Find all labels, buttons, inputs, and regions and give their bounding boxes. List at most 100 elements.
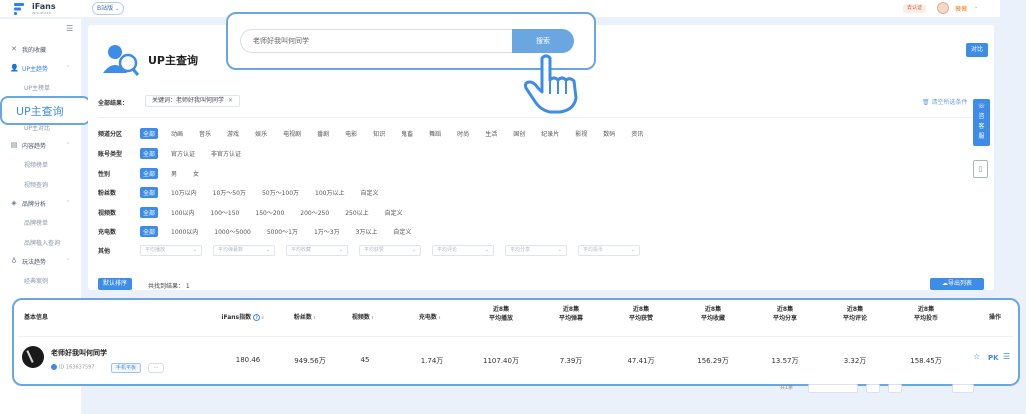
sidebar-subitem-brand-rank[interactable]: 品牌榜单 <box>24 218 48 227</box>
help-icon[interactable]: ? <box>253 314 261 321</box>
column-header-charge[interactable]: 充电数⬍ <box>410 313 450 322</box>
column-header-avg-danmaku[interactable]: 近8集 平均弹幕 <box>550 305 592 323</box>
clear-filters-button[interactable]: 🗑 清空所选条件 <box>922 97 968 106</box>
filter-option[interactable]: 自定义 <box>382 207 406 218</box>
filter-option[interactable]: 全部 <box>140 127 159 139</box>
pk-button[interactable]: PK <box>988 354 999 362</box>
page-size-select[interactable] <box>808 384 858 393</box>
filter-option[interactable]: 1000以内 <box>168 226 201 237</box>
filter-option[interactable]: 200～250 <box>297 207 332 218</box>
sidebar-item-brand-analysis[interactable]: ◈ 品牌分析 ⌃ <box>0 195 82 211</box>
more-tags-button[interactable]: ··· <box>148 363 164 373</box>
filter-option[interactable]: 100～150 <box>207 207 242 218</box>
column-header-avg-coin[interactable]: 近8集 平均投币 <box>905 305 947 323</box>
filter-option[interactable]: 50万～100万 <box>259 187 302 198</box>
dropdown-avg-like[interactable]: 平均获赞 ⌄ <box>359 244 421 256</box>
filter-option[interactable]: 资讯 <box>628 128 646 139</box>
column-header-ifans-index[interactable]: iFans指数 ? ⬍ <box>218 313 268 322</box>
list-icon[interactable]: ☰ <box>1003 352 1010 361</box>
keyword-chip[interactable]: 关键词：老师好我叫何同学 ✕ <box>145 95 241 107</box>
column-header-avg-like[interactable]: 近8集 平均获赞 <box>620 305 662 323</box>
search-button[interactable]: 搜索 <box>512 29 574 53</box>
compare-button[interactable]: 对比 <box>966 43 988 57</box>
certify-button[interactable]: 去认证 <box>903 4 927 13</box>
sidebar-item-play-trend[interactable]: ♁ 玩法趋势 ⌃ <box>0 253 82 269</box>
filter-option[interactable]: 250以上 <box>342 207 371 218</box>
column-header-fans[interactable]: 粉丝数⬍ <box>285 313 325 322</box>
filter-option[interactable]: 自定义 <box>357 187 381 198</box>
filter-option[interactable]: 全部 <box>140 147 159 159</box>
filter-option[interactable]: 电视剧 <box>280 128 304 139</box>
avatar[interactable] <box>937 2 949 14</box>
filter-option[interactable]: 全部 <box>140 186 159 198</box>
filter-option[interactable]: 官方认证 <box>168 148 198 159</box>
sidebar-subitem-video-search[interactable]: 视频查询 <box>24 180 48 189</box>
filter-option[interactable]: 数码 <box>600 128 618 139</box>
sort-icon[interactable]: ⬍ <box>371 315 374 320</box>
filter-option[interactable]: 生活 <box>482 128 500 139</box>
column-header-avg-fav[interactable]: 近8集 平均收藏 <box>692 305 734 323</box>
chevron-down-icon[interactable]: ⌄ <box>974 4 978 10</box>
dropdown-avg-comment[interactable]: 平均评论 ⌄ <box>432 244 494 256</box>
filter-option[interactable]: 3万以上 <box>353 226 381 237</box>
filter-option[interactable]: 男 <box>168 168 180 179</box>
filter-option[interactable]: 舞蹈 <box>426 128 444 139</box>
clipboard-icon[interactable]: ▯ <box>973 160 988 178</box>
version-dropdown[interactable]: B站版 ⌄ <box>92 2 125 15</box>
filter-option[interactable]: 全部 <box>140 167 159 179</box>
filter-option[interactable]: 150～200 <box>252 207 287 218</box>
dropdown-avg-share[interactable]: 平均分享 ⌄ <box>505 244 567 256</box>
filter-option[interactable]: 国创 <box>510 128 528 139</box>
filter-option[interactable]: 电影 <box>342 128 360 139</box>
dropdown-avg-coin[interactable]: 平均投币 ⌄ <box>578 244 640 256</box>
filter-option[interactable]: 纪录片 <box>538 128 562 139</box>
default-sort-button[interactable]: 默认排序 <box>98 278 132 290</box>
sidebar-subitem-classic-cases[interactable]: 经典案例 <box>24 276 48 285</box>
prev-page-button[interactable] <box>866 384 880 393</box>
search-input[interactable]: 老师好我叫何同学 <box>240 29 513 53</box>
filter-option[interactable]: 100以内 <box>168 207 197 218</box>
column-header-avg-share[interactable]: 近8集 平均分享 <box>764 305 806 323</box>
filter-option[interactable]: 非官方认证 <box>208 148 244 159</box>
close-icon[interactable]: ✕ <box>228 97 233 104</box>
customer-service-button[interactable]: ☏ 咨 客 服 <box>973 99 990 146</box>
sidebar-subitem-brand-placement[interactable]: 品牌植入查询 <box>24 238 60 247</box>
sidebar-item-up-search[interactable]: UP主查询 <box>0 96 91 125</box>
filter-option[interactable]: 动画 <box>168 128 186 139</box>
collapse-menu-icon[interactable]: ☰ <box>66 24 73 33</box>
sort-icon[interactable]: ⬍ <box>438 315 441 320</box>
filter-option[interactable]: 自定义 <box>390 226 414 237</box>
filter-option[interactable]: 1万～3万 <box>311 226 343 237</box>
column-header-videos[interactable]: 视频数⬍ <box>343 313 383 322</box>
filter-option[interactable]: 全部 <box>140 225 159 237</box>
filter-option[interactable]: 游戏 <box>224 128 242 139</box>
filter-option[interactable]: 1000～5000 <box>211 226 254 237</box>
filter-option[interactable]: 知识 <box>370 128 388 139</box>
sort-icon[interactable]: ⬍ <box>313 315 316 320</box>
filter-option[interactable]: 5000～1万 <box>264 226 301 237</box>
export-list-button[interactable]: ☁导出列表 <box>930 278 984 290</box>
filter-option[interactable]: 番剧 <box>314 128 332 139</box>
sort-icon[interactable]: ⬍ <box>261 315 264 320</box>
column-header-avg-play[interactable]: 近8集 平均播放 <box>480 305 522 323</box>
filter-option[interactable]: 100万以上 <box>312 187 347 198</box>
filter-option[interactable]: 鬼畜 <box>398 128 416 139</box>
sidebar-subitem-video-rank[interactable]: 视频榜单 <box>24 160 48 169</box>
page-number-button[interactable] <box>888 384 902 393</box>
sidebar-item-content-trend[interactable]: ▤ 内容趋势 ⌃ <box>0 137 82 153</box>
dropdown-avg-danmaku[interactable]: 平均弹幕数 ⌄ <box>213 244 275 256</box>
filter-option[interactable]: 女 <box>190 168 202 179</box>
column-header-avg-comment[interactable]: 近8集 平均评论 <box>834 305 876 323</box>
filter-option[interactable]: 10万～50万 <box>210 187 249 198</box>
filter-option[interactable]: 10万以内 <box>168 187 200 198</box>
filter-option[interactable]: 时尚 <box>454 128 472 139</box>
dropdown-avg-play[interactable]: 平均播放 ⌄ <box>140 244 202 256</box>
star-icon[interactable]: ☆ <box>973 352 980 361</box>
dropdown-avg-fav[interactable]: 平均收藏 ⌄ <box>286 244 348 256</box>
user-name[interactable]: 薇薇 <box>955 4 967 13</box>
filter-option[interactable]: 音乐 <box>196 128 214 139</box>
filter-option[interactable]: 娱乐 <box>252 128 270 139</box>
goto-page-input[interactable] <box>952 384 974 393</box>
sidebar-item-favorites[interactable]: ✕ 我的收藏 <box>0 41 82 57</box>
filter-option[interactable]: 影视 <box>572 128 590 139</box>
